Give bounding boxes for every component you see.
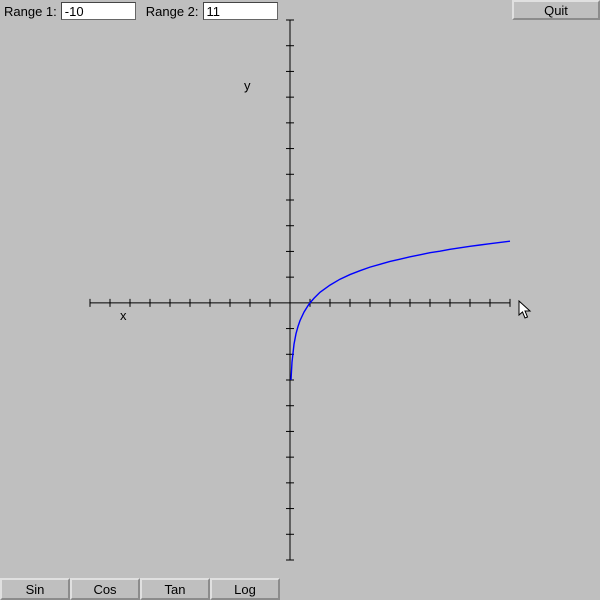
x-axis-label: x	[120, 308, 127, 323]
cos-button[interactable]: Cos	[70, 578, 140, 600]
range1-label: Range 1:	[0, 2, 61, 21]
range2-input[interactable]	[203, 2, 278, 20]
top-toolbar: Range 1: Range 2:	[0, 0, 600, 22]
cursor-icon	[518, 300, 534, 320]
tan-button[interactable]: Tan	[140, 578, 210, 600]
plot-canvas	[0, 0, 600, 600]
y-axis-label: y	[244, 78, 251, 93]
function-toolbar: Sin Cos Tan Log	[0, 578, 280, 600]
log-button[interactable]: Log	[210, 578, 280, 600]
range2-label: Range 2:	[142, 2, 203, 21]
sin-button[interactable]: Sin	[0, 578, 70, 600]
quit-button[interactable]: Quit	[512, 0, 600, 20]
range1-input[interactable]	[61, 2, 136, 20]
